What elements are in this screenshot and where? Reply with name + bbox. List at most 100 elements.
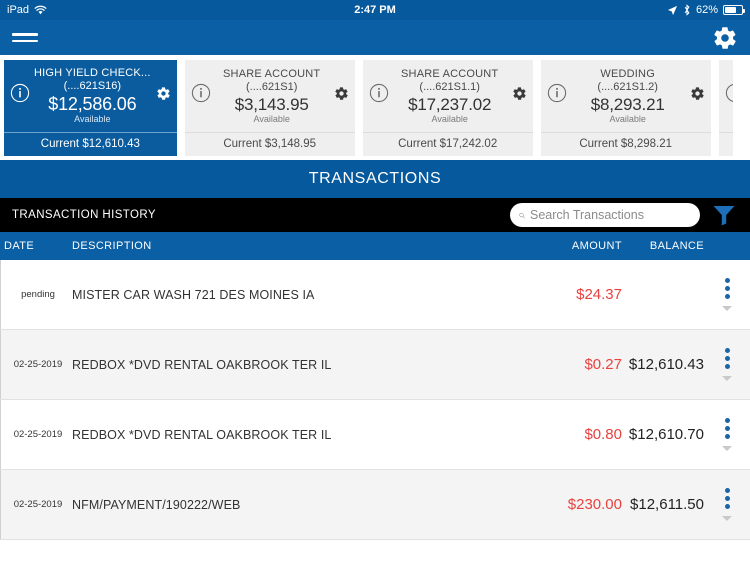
account-card-partial-next[interactable]	[718, 59, 733, 156]
bluetooth-icon	[684, 4, 690, 16]
transaction-date: 02-25-2019	[13, 429, 63, 440]
row-edge-line	[0, 470, 1, 539]
account-settings-gear-icon[interactable]	[153, 86, 171, 106]
info-icon[interactable]	[369, 83, 391, 108]
gear-icon-svg	[335, 86, 348, 100]
account-name: WEDDING	[600, 67, 655, 80]
account-card-1-info: SHARE ACCOUNT (....621S1) $3,143.95 Avai…	[213, 68, 331, 124]
search-icon	[519, 212, 525, 218]
chevron-down-icon[interactable]	[722, 516, 732, 521]
menu-dot	[724, 434, 730, 439]
chevron-down-icon[interactable]	[722, 306, 732, 311]
transactions-banner-label: TRANSACTIONS	[308, 170, 442, 187]
menu-dot	[724, 348, 730, 353]
menu-dot	[724, 364, 730, 369]
status-bar-right: 62%	[667, 4, 745, 16]
info-icon[interactable]	[547, 83, 569, 108]
account-available-balance: $12,586.06	[48, 94, 137, 114]
menu-dot	[724, 488, 730, 493]
search-transactions-box[interactable]	[510, 203, 700, 227]
account-card-3-top: WEDDING (....621S1.2) $8,293.21 Availabl…	[541, 60, 711, 132]
hamburger-menu-icon[interactable]	[12, 29, 38, 46]
account-card-1[interactable]: SHARE ACCOUNT (....621S1) $3,143.95 Avai…	[184, 59, 355, 156]
column-header-date: DATE	[4, 240, 35, 252]
location-arrow-icon	[667, 5, 678, 15]
transaction-date: pending	[21, 289, 55, 300]
info-icon-svg	[547, 83, 566, 103]
row-overflow-menu-icon[interactable]	[704, 418, 750, 451]
account-available-balance: $17,237.02	[408, 94, 492, 114]
account-settings-gear-icon[interactable]	[687, 86, 705, 106]
menu-dot	[724, 356, 730, 361]
transactions-banner: TRANSACTIONS	[0, 160, 750, 198]
transaction-balance: $12,610.43	[628, 356, 704, 373]
transaction-amount: $0.27	[584, 356, 622, 373]
battery-icon	[723, 5, 745, 15]
funnel-filter-icon[interactable]	[712, 204, 738, 226]
row-edge-line	[0, 260, 1, 329]
search-and-filter	[510, 203, 738, 227]
account-number: (....621S16)	[63, 80, 122, 92]
account-card-3[interactable]: WEDDING (....621S1.2) $8,293.21 Availabl…	[540, 59, 711, 156]
account-number: (....621S1)	[246, 80, 298, 93]
gear-icon-svg	[513, 86, 526, 100]
transaction-date: 02-25-2019	[13, 499, 63, 510]
battery-percent-label: 62%	[695, 4, 718, 16]
column-header-description: DESCRIPTION	[72, 240, 152, 252]
account-card-1-top: SHARE ACCOUNT (....621S1) $3,143.95 Avai…	[185, 60, 355, 132]
status-bar-time: 2:47 PM	[354, 4, 396, 16]
funnel-filter-icon-svg	[713, 206, 735, 226]
ios-status-bar: iPad 2:47 PM 62%	[0, 0, 750, 20]
device-label: iPad	[7, 4, 30, 16]
account-available-label: Available	[253, 113, 290, 124]
table-row[interactable]: pending MISTER CAR WASH 721 DES MOINES I…	[0, 260, 750, 330]
info-icon-svg	[369, 83, 388, 103]
transaction-description: MISTER CAR WASH 721 DES MOINES IA	[72, 287, 315, 302]
account-card-strip[interactable]: HIGH YIELD CHECK... (....621S16) $12,586…	[0, 55, 750, 160]
search-input[interactable]	[530, 208, 691, 222]
table-row[interactable]: 02-25-2019 REDBOX *DVD RENTAL OAKBROOK T…	[0, 330, 750, 400]
wifi-icon	[34, 5, 47, 15]
row-overflow-menu-icon[interactable]	[704, 348, 750, 381]
account-card-3-info: WEDDING (....621S1.2) $8,293.21 Availabl…	[569, 68, 687, 124]
account-available-label: Available	[431, 113, 468, 124]
account-card-0[interactable]: HIGH YIELD CHECK... (....621S16) $12,586…	[4, 59, 177, 156]
row-overflow-menu-icon[interactable]	[704, 488, 750, 521]
row-overflow-menu-icon[interactable]	[704, 278, 750, 311]
row-edge-line	[0, 330, 1, 399]
transaction-column-headers: DATE DESCRIPTION AMOUNT BALANCE	[0, 232, 750, 260]
account-card-partial-bottom	[718, 131, 733, 156]
account-available-label: Available	[74, 114, 111, 124]
transaction-amount: $230.00	[567, 496, 622, 513]
transaction-balance: $12,611.50	[630, 496, 704, 513]
account-current-balance: Current $8,298.21	[540, 131, 711, 156]
menu-dot	[724, 418, 730, 423]
account-number: (....621S1.2)	[597, 80, 658, 93]
transaction-amount: $0.80	[584, 426, 622, 443]
account-number: (....621S1.1)	[419, 80, 480, 93]
info-icon[interactable]	[725, 83, 733, 108]
account-settings-gear-icon[interactable]	[509, 86, 527, 106]
account-card-2-info: SHARE ACCOUNT (....621S1.1) $17,237.02 A…	[391, 68, 509, 124]
account-available-label: Available	[609, 113, 646, 124]
table-row[interactable]: 02-25-2019 NFM/PAYMENT/190222/WEB $230.0…	[0, 470, 750, 540]
status-bar-left: iPad	[7, 4, 47, 16]
account-settings-gear-icon[interactable]	[331, 86, 349, 106]
account-card-2[interactable]: SHARE ACCOUNT (....621S1.1) $17,237.02 A…	[362, 59, 533, 156]
account-card-0-info: HIGH YIELD CHECK... (....621S16) $12,586…	[32, 67, 153, 124]
info-icon[interactable]	[10, 83, 32, 108]
gear-icon[interactable]	[712, 25, 738, 51]
menu-dot	[724, 294, 730, 299]
account-name: SHARE ACCOUNT	[223, 67, 321, 80]
row-edge-line	[0, 400, 1, 469]
transaction-history-bar: TRANSACTION HISTORY	[0, 198, 750, 232]
chevron-down-icon[interactable]	[722, 446, 732, 451]
transaction-list: pending MISTER CAR WASH 721 DES MOINES I…	[0, 260, 750, 540]
info-icon[interactable]	[191, 83, 213, 108]
table-row[interactable]: 02-25-2019 REDBOX *DVD RENTAL OAKBROOK T…	[0, 400, 750, 470]
account-available-balance: $8,293.21	[590, 94, 665, 114]
chevron-down-icon[interactable]	[722, 376, 732, 381]
account-available-balance: $3,143.95	[234, 94, 309, 114]
transaction-balance: $12,610.70	[628, 426, 704, 443]
gear-icon-svg	[157, 86, 170, 100]
